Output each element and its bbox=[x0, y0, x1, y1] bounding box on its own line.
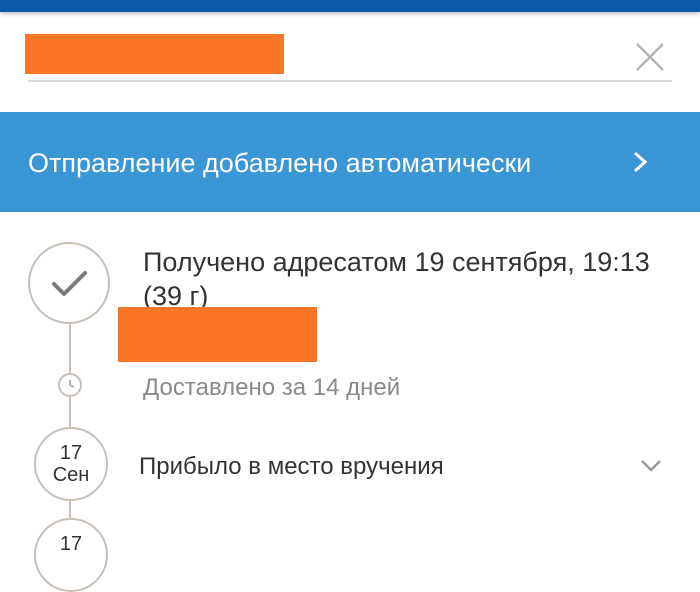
redacted-address bbox=[118, 307, 317, 362]
close-icon[interactable] bbox=[630, 37, 670, 77]
banner-text: Отправление добавлено автоматически bbox=[28, 148, 532, 178]
app-top-bar bbox=[0, 0, 700, 12]
redacted-tracking-number bbox=[25, 34, 284, 74]
event-status[interactable]: Прибыло в место вручения bbox=[139, 452, 444, 482]
clock-icon bbox=[69, 380, 75, 388]
chevron-down-icon[interactable] bbox=[638, 456, 664, 476]
event-day-next: 17 bbox=[59, 533, 83, 555]
received-status-circle bbox=[28, 242, 110, 324]
event-date-circle: 17 Сен bbox=[34, 427, 108, 501]
event-month: Сен bbox=[52, 464, 90, 486]
received-status-text: Получено адресатом 19 сентября, 19:13 bbox=[143, 247, 650, 277]
event-day: 17 bbox=[59, 442, 83, 464]
clock-circle bbox=[58, 373, 82, 397]
delivery-duration: Доставлено за 14 дней bbox=[143, 374, 401, 401]
chevron-right-icon[interactable] bbox=[628, 148, 652, 176]
event-date-circle-next: 17 bbox=[34, 518, 108, 592]
check-icon bbox=[52, 271, 87, 296]
field-underline bbox=[28, 80, 672, 82]
